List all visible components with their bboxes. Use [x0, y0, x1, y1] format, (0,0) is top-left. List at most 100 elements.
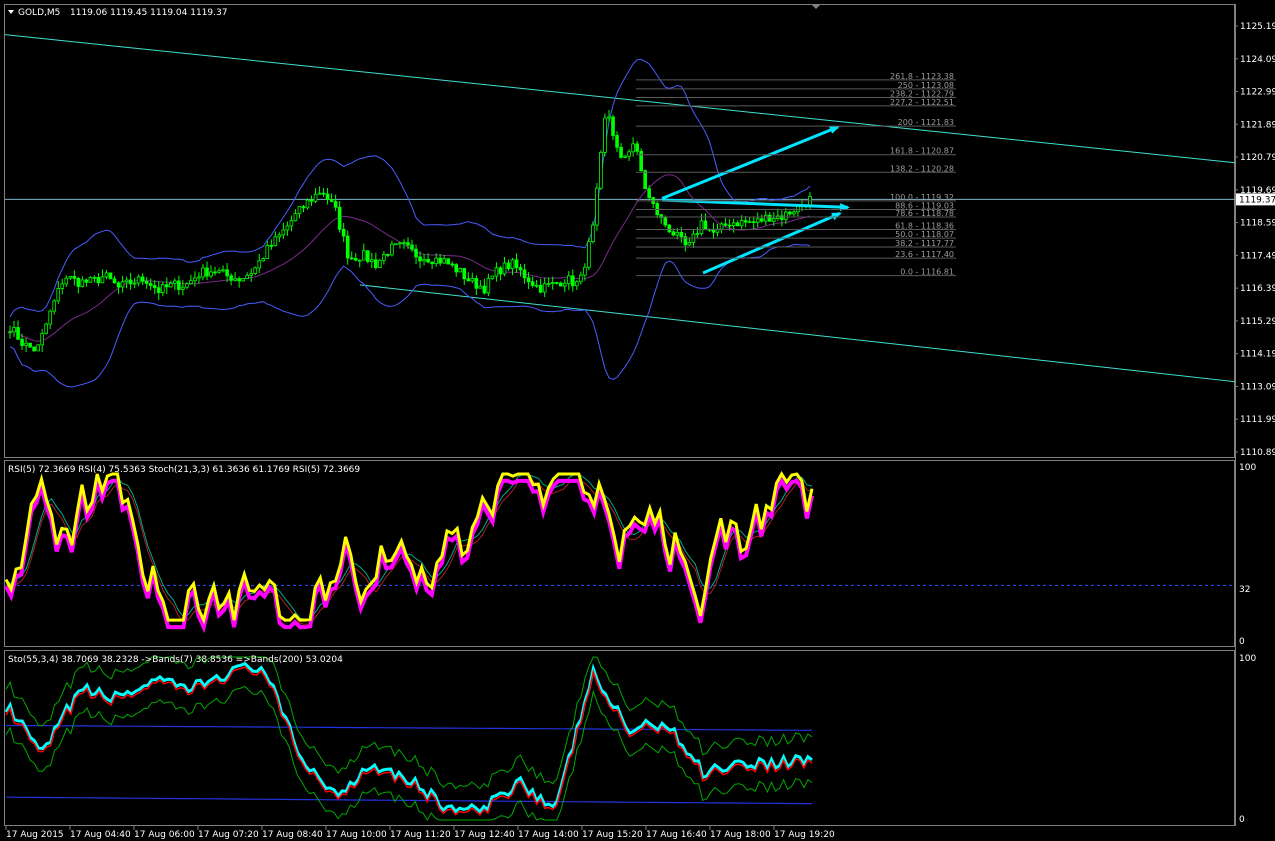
fib-level-label: 50.0 - 1118.07	[895, 230, 954, 239]
candle-body	[301, 206, 306, 209]
candle-body	[418, 256, 422, 262]
candle-body	[434, 257, 438, 265]
stoch-main-line	[5, 473, 813, 620]
candle-body	[269, 245, 274, 247]
candle-body	[60, 283, 65, 289]
candle-body	[784, 211, 788, 220]
candle-body	[667, 224, 672, 233]
candle-body	[64, 277, 69, 285]
chart-shift-marker[interactable]	[812, 5, 820, 9]
candle-body	[607, 116, 611, 119]
candle-body	[313, 193, 318, 202]
candle-body	[249, 273, 254, 276]
fib-level-label: 23.6 - 1117.40	[895, 250, 954, 259]
fib-level-label: 200 - 1121.83	[898, 118, 954, 127]
candle-body	[84, 279, 89, 283]
candle-body	[197, 276, 201, 279]
candle-body	[603, 117, 607, 153]
price-plot	[4, 34, 1236, 388]
candle-body	[751, 221, 756, 224]
price-tick-label: 1116.39	[1240, 284, 1275, 294]
price-tick-label: 1118.59	[1240, 219, 1275, 229]
candle-body	[743, 220, 748, 223]
candle-body	[76, 277, 81, 287]
candle-body	[357, 259, 362, 262]
candle-body	[337, 206, 342, 230]
sto-main-line	[4, 661, 813, 814]
candle-body	[177, 280, 181, 290]
candle-body	[502, 262, 507, 275]
candle-body	[575, 281, 579, 287]
candle-body	[498, 267, 503, 275]
candle-body	[398, 242, 402, 245]
candle-body	[442, 258, 446, 264]
candle-body	[378, 259, 382, 268]
candle-body	[237, 278, 241, 282]
candle-body	[579, 274, 583, 283]
candle-body	[164, 284, 169, 288]
candle-body	[458, 268, 463, 273]
candle-body	[735, 222, 740, 227]
candle-body	[647, 188, 651, 198]
candle-body	[699, 220, 704, 234]
fib-level-label: 38.2 - 1117.77	[895, 239, 954, 248]
candle-body	[205, 267, 209, 277]
sto-panel-frame	[4, 650, 1235, 826]
candle-body	[281, 229, 286, 236]
bands7-upper	[5, 656, 813, 790]
candle-body	[225, 269, 229, 277]
candle-body	[253, 267, 258, 275]
candle-body	[261, 258, 266, 262]
price-tick-label: 1124.09	[1240, 55, 1275, 65]
candle-body	[671, 231, 676, 236]
candle-body	[490, 275, 495, 279]
candle-body	[571, 275, 575, 287]
candle-body	[414, 248, 418, 258]
rsi-legend: RSI(5) 72.3669 RSI(4) 75.5363 Stoch(21,3…	[8, 465, 360, 475]
trading-chart[interactable]: 1125.19 1124.09 1122.99 1121.89 1120.79 1119.…	[0, 0, 1275, 841]
candle-body	[627, 151, 631, 157]
candle-body	[100, 276, 105, 284]
candle-body	[72, 276, 77, 279]
symbol-label: GOLD,M5	[18, 8, 60, 18]
candle-body	[56, 288, 61, 302]
time-tick-label: 17 Aug 16:40	[646, 830, 707, 840]
candle-body	[446, 258, 450, 265]
candle-body	[185, 283, 189, 288]
ohlc-label: 1119.06 1119.45 1119.04 1119.37	[70, 8, 227, 18]
candle-body	[663, 217, 668, 226]
candle-body	[120, 281, 125, 288]
candle-body	[390, 243, 394, 256]
candle-body	[780, 215, 784, 220]
candle-body	[16, 327, 20, 340]
candle-body	[213, 271, 217, 274]
candle-body	[160, 284, 165, 294]
candle-body	[325, 193, 330, 200]
candle-body	[233, 278, 237, 281]
candle-body	[88, 277, 93, 283]
price-tick-label: 1111.99	[1240, 415, 1275, 425]
candle-body	[277, 234, 282, 238]
fib-level-label: 227.2 - 1122.51	[890, 98, 954, 107]
candle-body	[132, 282, 137, 285]
candle-body	[370, 259, 374, 262]
candle-body	[297, 206, 302, 215]
candle-body	[675, 231, 680, 236]
fibonacci-retracement[interactable]: 261.8 - 1123.38250 - 1123.08238.2 - 1122…	[636, 72, 956, 277]
candle-body	[152, 285, 157, 289]
candle-body	[422, 258, 426, 262]
time-tick-label: 17 Aug 08:40	[262, 830, 323, 840]
rsi-axis-bottom: 0	[1239, 637, 1245, 647]
candle-body	[514, 259, 519, 268]
candle-body	[619, 146, 623, 158]
candle-body	[623, 155, 627, 158]
candle-body	[128, 279, 133, 285]
candle-body	[209, 271, 213, 277]
candle-body	[341, 228, 346, 237]
candle-body	[542, 283, 547, 293]
symbol-dropdown-icon[interactable]	[8, 10, 14, 14]
candle-body	[329, 199, 334, 202]
time-tick-label: 17 Aug 18:00	[710, 830, 771, 840]
candle-body	[374, 259, 378, 268]
candle-body	[550, 282, 555, 284]
